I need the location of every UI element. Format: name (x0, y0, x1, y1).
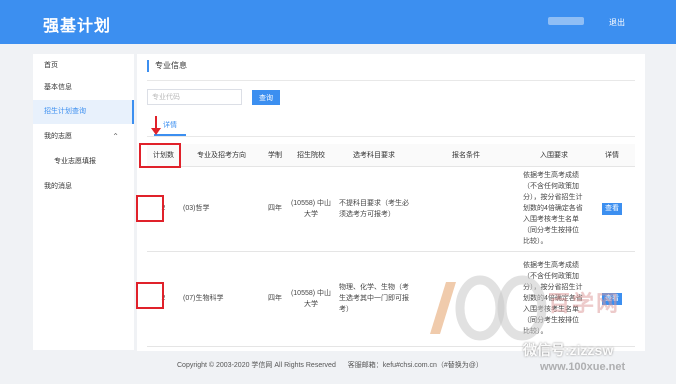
sidebar-item-basic-info[interactable]: 基本信息 (33, 76, 134, 100)
annotation-arrow-head (151, 128, 161, 135)
conditions (413, 166, 519, 252)
column-header: 学制 (263, 144, 287, 167)
table-header-row: 计划数 专业及招考方向 学制 招生院校 选考科目要求 报名条件 入围要求 详情 (147, 144, 635, 167)
logout-link[interactable]: 退出 (609, 17, 625, 28)
annotation-box-row1 (136, 195, 164, 222)
column-header: 选考科目要求 (335, 144, 413, 167)
major-name: (07)生物科学 (180, 251, 263, 347)
sidebar-item-home[interactable]: 首页 (33, 54, 134, 78)
support-email: 客服邮箱：kefu#chsi.com.cn（#替换为@） (347, 362, 483, 369)
copyright-text: Copyright © 2003-2020 学信网 All Rights Res… (177, 362, 336, 369)
column-header: 入围要求 (519, 144, 589, 167)
tab-details[interactable]: 详情 (159, 119, 181, 133)
username-redacted (548, 17, 584, 25)
column-header: 专业及招考方向 (180, 144, 263, 167)
app-title: 强基计划 (43, 18, 112, 35)
annotation-box-header (139, 143, 181, 168)
column-header: 报名条件 (413, 144, 519, 167)
search-button[interactable]: 查询 (252, 90, 280, 105)
table-row: 2 (03)哲学 四年 (10558) 中山大学 不提科目要求（考生必须选考方可… (147, 166, 635, 252)
school: (10558) 中山大学 (287, 166, 335, 252)
column-header: 招生院校 (287, 144, 335, 167)
duration: 四年 (263, 166, 287, 252)
subject-requirement: 物理、化学、生物（考生选考其中一门即可报考） (335, 251, 413, 347)
view-button[interactable]: 查看 (602, 202, 622, 215)
sidebar-item-plan-query[interactable]: 招生计划查询 (33, 100, 134, 124)
sidebar-item-my-choices[interactable]: 我的志愿 ⌃ (33, 125, 134, 149)
column-header: 详情 (589, 144, 635, 167)
sidebar: 首页 基本信息 招生计划查询 我的志愿 ⌃ 专业志愿填报 我的消息 (33, 54, 134, 350)
school: (10558) 中山大学 (287, 251, 335, 347)
sidebar-item-messages[interactable]: 我的消息 (33, 175, 134, 199)
major-name: (03)哲学 (180, 166, 263, 252)
watermark-logo (430, 275, 547, 341)
section-title: 专业信息 (147, 60, 187, 72)
watermark-url: www.100xue.net (540, 361, 626, 373)
divider (147, 80, 635, 81)
subject-requirement: 不提科目要求（考生必须选考方可报考） (335, 166, 413, 252)
duration: 四年 (263, 251, 287, 347)
annotation-box-row2 (136, 282, 164, 309)
major-code-input[interactable] (147, 89, 242, 105)
sidebar-item-major-apply[interactable]: 专业志愿填报 (33, 150, 134, 174)
admission-requirement: 依据考生高考成绩（不含任何政策加分），按分省招生计划数的4倍确定各省入围考核考生… (519, 166, 589, 252)
detail-cell: 查看 (589, 166, 635, 252)
watermark-wechat: 微信号:zizzsw (523, 342, 614, 358)
watermark-text: 百学网 (548, 291, 621, 316)
chevron-up-icon: ⌃ (112, 132, 119, 141)
top-bar: 强基计划 退出 (0, 0, 676, 44)
sidebar-item-label: 我的志愿 (44, 133, 72, 140)
divider (147, 136, 635, 137)
footer: Copyright © 2003-2020 学信网 All Rights Res… (177, 360, 493, 370)
